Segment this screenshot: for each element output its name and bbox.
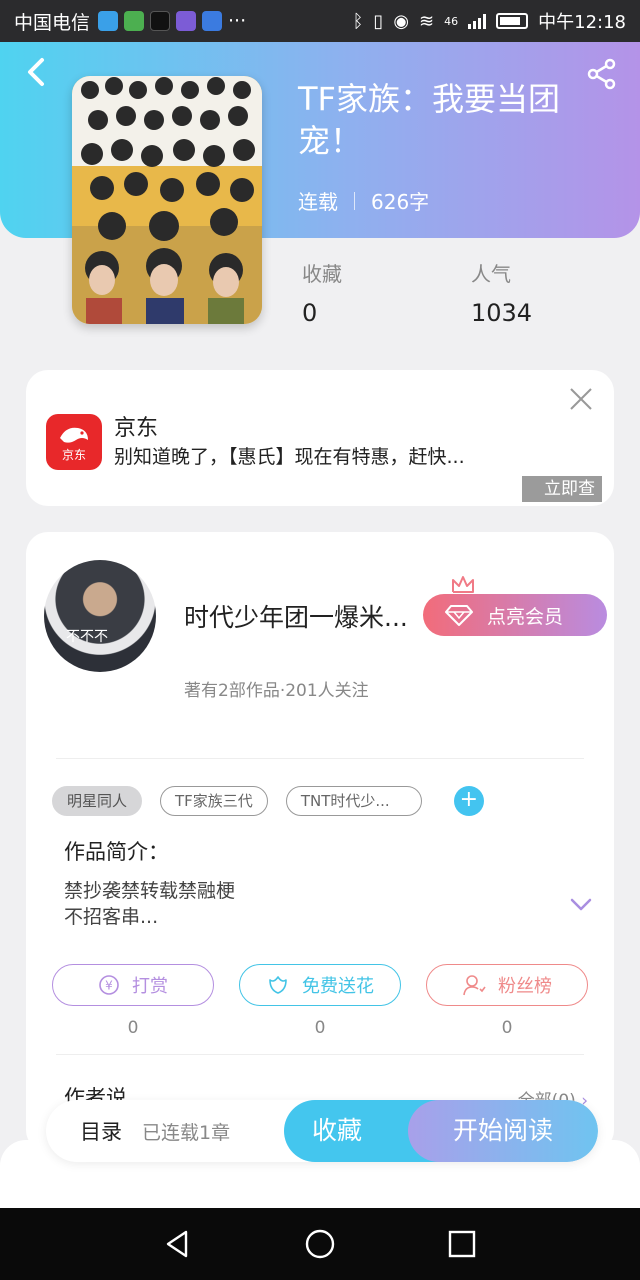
avatar-caption: 不不不: [66, 629, 108, 645]
ad-cta-button[interactable]: 立即查: [522, 476, 602, 502]
book-title: TF家族：我要当团宠！: [298, 80, 560, 160]
reward-count: 0: [127, 1018, 139, 1038]
word-count: 626字: [371, 190, 430, 214]
stat-label: 人气: [471, 262, 511, 286]
reward-button[interactable]: ¥ 打赏: [52, 964, 214, 1006]
ad-logo-text: 京东: [62, 448, 86, 462]
diamond-icon: [445, 605, 473, 626]
flower-icon: [269, 976, 287, 994]
author-avatar[interactable]: 不不不: [44, 560, 156, 672]
coin-icon: ¥: [99, 975, 119, 995]
serial-status: 连载: [298, 190, 338, 214]
book-meta: 连载 626字: [298, 186, 429, 215]
intro-text: 禁抄袭禁转载禁融梗 不招客串...: [64, 878, 235, 930]
toc-button[interactable]: 目录: [80, 1116, 122, 1146]
send-flower-label: 免费送花: [302, 976, 374, 997]
book-cover[interactable]: [72, 76, 262, 324]
stat-popularity: 人气 1034: [471, 258, 532, 327]
svg-text:¥: ¥: [105, 979, 113, 993]
flower-count: 0: [314, 1018, 326, 1038]
divider: [56, 1054, 584, 1055]
ad-card[interactable]: 京东 京东 别知道晚了，【惠氏】现在有特惠，赶快... 立即查: [26, 370, 614, 506]
start-reading-button[interactable]: 开始阅读: [408, 1100, 598, 1162]
send-flower-button[interactable]: 免费送花: [239, 964, 401, 1006]
back-arrow-icon[interactable]: [22, 54, 52, 90]
status-bar: 中国电信 ··· ᛒ ▯ ◉ ≋ 46 中午12:18: [0, 0, 640, 42]
chevron-down-icon[interactable]: [570, 898, 592, 912]
signal-icon: [468, 13, 487, 29]
shield-app-icon: [98, 11, 119, 31]
author-card: 不不不 时代少年团一爆米... 点亮会员 著有2部作品·201人关注 明星同人 …: [26, 532, 614, 1152]
fans-rank-button[interactable]: 粉丝榜: [426, 964, 588, 1006]
back-triangle-icon[interactable]: [162, 1228, 194, 1260]
author-name[interactable]: 时代少年团一爆米...: [184, 598, 424, 634]
toc-status: 已连载1章: [142, 1121, 231, 1144]
add-tag-icon[interactable]: +: [453, 786, 484, 816]
divider: [56, 758, 584, 759]
recents-square-icon[interactable]: [446, 1228, 478, 1260]
browser-app-icon: [202, 11, 223, 31]
stat-favorites: 收藏 0: [302, 258, 342, 327]
network-type: 46: [444, 14, 459, 28]
ad-brand: 京东: [114, 416, 159, 441]
vip-button[interactable]: 点亮会员: [423, 594, 607, 636]
fans-count: 0: [501, 1018, 513, 1038]
author-subtitle: 著有2部作品·201人关注: [184, 681, 369, 701]
tag-item[interactable]: 明星同人: [52, 786, 143, 816]
tiktok-app-icon: [150, 11, 171, 31]
intro-line: 禁抄袭禁转载禁融梗: [64, 880, 236, 902]
video-app-icon: [124, 11, 145, 31]
stat-label: 收藏: [302, 262, 342, 286]
reward-label: 打赏: [132, 976, 168, 997]
vip-button-label: 点亮会员: [487, 605, 564, 628]
fans-icon: [463, 975, 486, 996]
carrier-label: 中国电信: [14, 11, 91, 34]
stat-value: 1034: [471, 299, 533, 327]
clock: 中午12:18: [538, 12, 626, 33]
home-circle-icon[interactable]: [304, 1228, 336, 1260]
eye-icon: ◉: [393, 10, 410, 32]
intro-line: 不招客串...: [64, 906, 159, 928]
ad-text: 别知道晚了，【惠氏】现在有特惠，赶快...: [114, 446, 465, 468]
stat-value: 0: [302, 299, 318, 327]
bottom-action-bar: 目录 已连载1章 收藏 开始阅读: [46, 1100, 598, 1162]
system-nav-bar: [0, 1208, 640, 1280]
jd-logo-icon: 京东: [46, 414, 102, 470]
battery-icon: [496, 13, 529, 29]
tag-item[interactable]: TF家族三代: [160, 786, 268, 816]
close-icon[interactable]: [568, 386, 594, 412]
intro-title: 作品简介：: [64, 840, 169, 864]
crown-icon: [452, 576, 474, 593]
heart-app-icon: [176, 11, 197, 31]
more-notifications-icon: ···: [228, 10, 247, 32]
wifi-icon: ≋: [419, 10, 435, 32]
tag-item[interactable]: TNT时代少...: [285, 786, 422, 816]
meta-divider: [354, 191, 355, 210]
fans-rank-label: 粉丝榜: [498, 976, 552, 997]
tag-list: 明星同人 TF家族三代 TNT时代少... +: [52, 786, 484, 816]
bluetooth-icon: ᛒ: [352, 10, 364, 32]
vibrate-icon: ▯: [373, 10, 384, 32]
